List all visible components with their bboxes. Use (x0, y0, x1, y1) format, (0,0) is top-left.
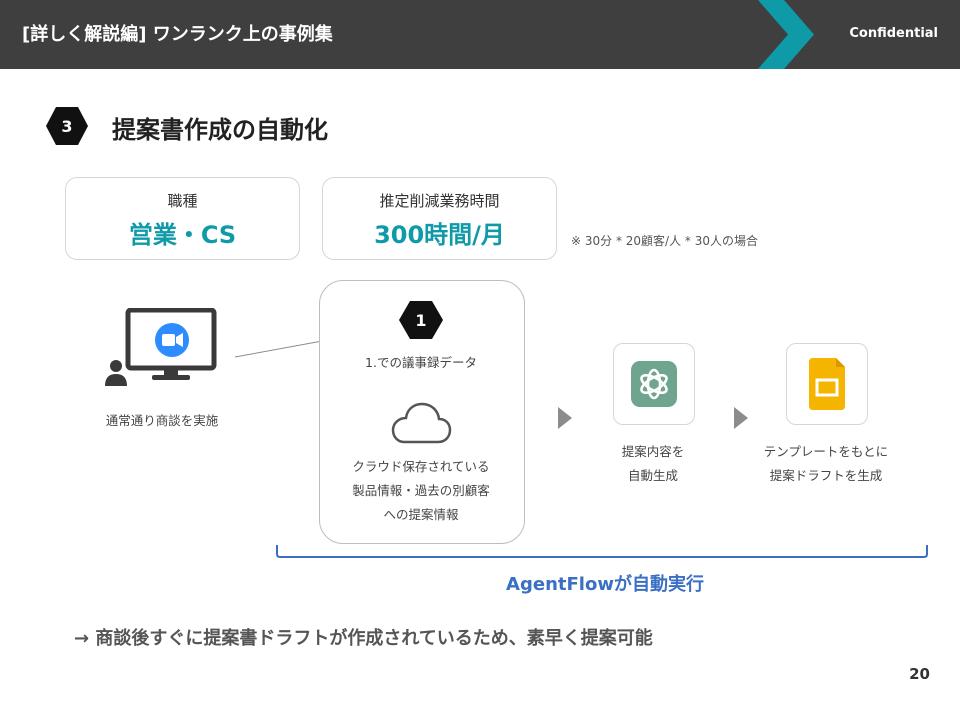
time-saved-value: 300時間/月 (374, 221, 505, 249)
template-caption: テンプレートをもとに 提案ドラフトを生成 (746, 440, 906, 488)
cloud-caption-line: への提案情報 (383, 507, 459, 522)
flow-arrow-icon (734, 407, 748, 429)
job-type-box: 職種 営業・CS (65, 177, 300, 260)
meeting-caption: 通常通り商談を実施 (105, 413, 219, 428)
template-caption-line: テンプレートをもとに (763, 444, 889, 459)
video-meeting-icon (105, 308, 217, 386)
cloud-caption-line: 製品情報・過去の別顧客 (352, 483, 490, 498)
job-type-value: 営業・CS (128, 221, 237, 249)
google-slides-icon (809, 358, 845, 410)
confidential-label: Confidential (849, 26, 938, 41)
section-number-badge: 3 (46, 107, 88, 145)
chevron-accent-icon (758, 0, 814, 69)
generate-caption: 提案内容を 自動生成 (583, 440, 723, 488)
time-saved-label: 推定削減業務時間 (379, 192, 500, 210)
minutes-caption: 1.での議事録データ (365, 355, 477, 370)
slides-template-tile (786, 343, 868, 425)
conclusion-text: → 商談後すぐに提案書ドラフトが作成されているため、素早く提案可能 (74, 628, 653, 649)
calculation-note: ※ 30分 * 20顧客/人 * 30人の場合 (571, 234, 758, 248)
generate-caption-line: 自動生成 (627, 468, 678, 483)
job-type-label: 職種 (167, 192, 198, 210)
cloud-icon (391, 402, 452, 444)
header-title: [詳しく解説編] ワンランク上の事例集 (22, 24, 333, 45)
time-saved-box: 推定削減業務時間 300時間/月 (322, 177, 557, 260)
header-bar: [詳しく解説編] ワンランク上の事例集 Confidential (0, 0, 960, 69)
agentflow-label: AgentFlowが自動実行 (506, 574, 704, 595)
agentflow-bracket (276, 545, 928, 558)
generate-caption-line: 提案内容を (621, 444, 685, 459)
cloud-data-caption: クラウド保存されている 製品情報・過去の別顧客 への提案情報 (321, 455, 521, 527)
step-badge: 1 (399, 301, 443, 339)
page-number: 20 (909, 665, 930, 683)
template-caption-line: 提案ドラフトを生成 (769, 468, 883, 483)
openai-logo-icon (631, 361, 677, 407)
section-number: 3 (61, 116, 73, 136)
ai-generator-tile (613, 343, 695, 425)
step-number: 1 (415, 310, 427, 330)
section-title: 提案書作成の自動化 (112, 116, 328, 144)
flow-arrow-icon (558, 407, 572, 429)
cloud-caption-line: クラウド保存されている (352, 459, 490, 474)
